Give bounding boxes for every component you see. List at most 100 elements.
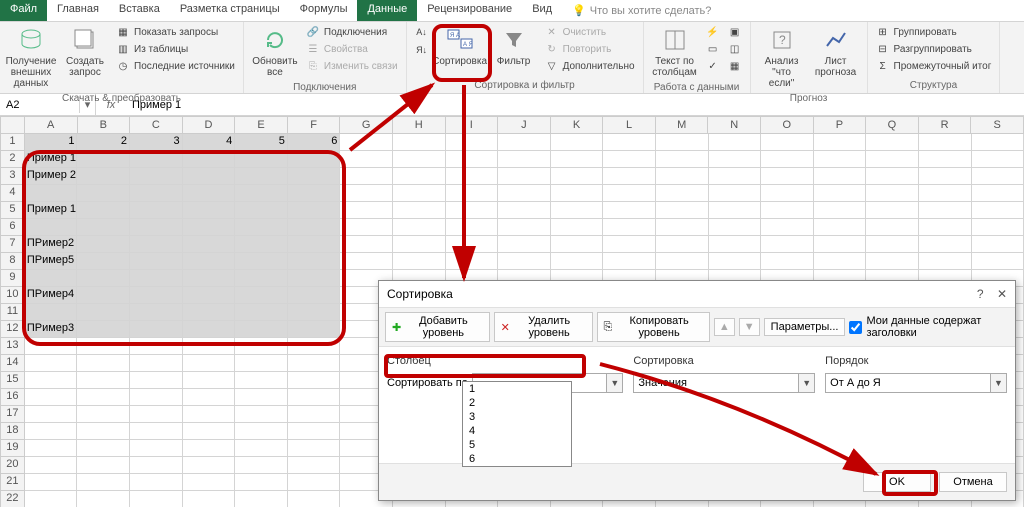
- cell[interactable]: [235, 372, 288, 389]
- cell[interactable]: [235, 185, 288, 202]
- cell[interactable]: [288, 474, 341, 491]
- column-header[interactable]: N: [708, 116, 761, 134]
- column-header[interactable]: P: [814, 116, 867, 134]
- dropdown-option[interactable]: 1: [463, 382, 571, 396]
- cell[interactable]: [761, 236, 814, 253]
- row-header[interactable]: 11: [0, 304, 25, 321]
- cell[interactable]: [130, 253, 183, 270]
- cell[interactable]: [288, 457, 341, 474]
- cell[interactable]: [288, 219, 341, 236]
- cell[interactable]: [25, 406, 78, 423]
- cell[interactable]: [25, 491, 78, 507]
- cell[interactable]: [77, 440, 130, 457]
- row-header[interactable]: 9: [0, 270, 25, 287]
- cell[interactable]: [183, 406, 236, 423]
- consolidate-button[interactable]: ▣: [726, 24, 744, 40]
- cell[interactable]: [972, 151, 1024, 168]
- cell[interactable]: [866, 253, 919, 270]
- cell[interactable]: [551, 253, 604, 270]
- row-header[interactable]: 10: [0, 287, 25, 304]
- cell[interactable]: [25, 423, 78, 440]
- ungroup-button[interactable]: ⊟Разгруппировать: [874, 41, 994, 57]
- cell[interactable]: [235, 440, 288, 457]
- copy-level-button[interactable]: ⎘Копировать уровень: [597, 312, 710, 342]
- cell[interactable]: [866, 168, 919, 185]
- cell[interactable]: [288, 236, 341, 253]
- row-header[interactable]: 7: [0, 236, 25, 253]
- column-header[interactable]: B: [78, 116, 131, 134]
- column-header[interactable]: G: [340, 116, 393, 134]
- cell[interactable]: [603, 236, 656, 253]
- cell[interactable]: [288, 440, 341, 457]
- row-header[interactable]: 12: [0, 321, 25, 338]
- cell[interactable]: [288, 406, 341, 423]
- cancel-button[interactable]: Отмена: [939, 472, 1007, 492]
- remove-dup-button[interactable]: ▭: [704, 41, 722, 57]
- properties-button[interactable]: ☰Свойства: [304, 41, 400, 57]
- cell[interactable]: [77, 270, 130, 287]
- cell[interactable]: [183, 355, 236, 372]
- cell[interactable]: [814, 219, 867, 236]
- tab-formulas[interactable]: Формулы: [290, 0, 358, 21]
- cell[interactable]: [814, 151, 867, 168]
- cell[interactable]: [288, 321, 341, 338]
- cell[interactable]: [183, 474, 236, 491]
- cell[interactable]: [919, 168, 972, 185]
- cell[interactable]: [288, 389, 341, 406]
- dropdown-option[interactable]: 4: [463, 424, 571, 438]
- cell[interactable]: [761, 151, 814, 168]
- cell[interactable]: [446, 219, 499, 236]
- column-header[interactable]: O: [761, 116, 814, 134]
- cell[interactable]: [446, 253, 499, 270]
- cell[interactable]: [235, 474, 288, 491]
- refresh-all-button[interactable]: Обновитьвсе: [250, 24, 300, 80]
- cell[interactable]: [919, 253, 972, 270]
- cell[interactable]: [183, 423, 236, 440]
- cell[interactable]: [77, 491, 130, 507]
- cell[interactable]: [235, 253, 288, 270]
- cell[interactable]: [77, 185, 130, 202]
- cell[interactable]: [498, 151, 551, 168]
- cell[interactable]: ПРимер4: [25, 287, 78, 304]
- cell[interactable]: [761, 219, 814, 236]
- cell[interactable]: [551, 168, 604, 185]
- tab-home[interactable]: Главная: [47, 0, 109, 21]
- cell[interactable]: [866, 134, 919, 151]
- column-header[interactable]: E: [235, 116, 288, 134]
- cell[interactable]: [288, 202, 341, 219]
- cell[interactable]: [77, 236, 130, 253]
- row-header[interactable]: 18: [0, 423, 25, 440]
- cell[interactable]: [183, 372, 236, 389]
- cell[interactable]: [130, 236, 183, 253]
- cell[interactable]: [919, 219, 972, 236]
- tab-data[interactable]: Данные: [357, 0, 417, 21]
- cell[interactable]: [130, 355, 183, 372]
- cell[interactable]: [183, 270, 236, 287]
- cell[interactable]: [393, 151, 446, 168]
- cell[interactable]: [446, 202, 499, 219]
- cell[interactable]: [972, 134, 1024, 151]
- tab-review[interactable]: Рецензирование: [417, 0, 522, 21]
- cell[interactable]: [551, 202, 604, 219]
- cell[interactable]: [183, 457, 236, 474]
- clear-filter-button[interactable]: ✕Очистить: [543, 24, 637, 40]
- headers-checkbox-input[interactable]: [849, 321, 862, 334]
- cell[interactable]: 4: [183, 134, 236, 151]
- cell[interactable]: [77, 168, 130, 185]
- cell[interactable]: [288, 151, 341, 168]
- cell[interactable]: [130, 151, 183, 168]
- cell[interactable]: [709, 151, 762, 168]
- cell[interactable]: [235, 355, 288, 372]
- cell[interactable]: [446, 236, 499, 253]
- cell[interactable]: [77, 423, 130, 440]
- cell[interactable]: [972, 219, 1024, 236]
- cell[interactable]: [130, 321, 183, 338]
- dropdown-option[interactable]: 5: [463, 438, 571, 452]
- cell[interactable]: [288, 355, 341, 372]
- tell-me-search[interactable]: 💡 Что вы хотите сделать?: [562, 0, 721, 21]
- cell[interactable]: [340, 151, 393, 168]
- cell[interactable]: ПРимер2: [25, 236, 78, 253]
- cell[interactable]: [288, 304, 341, 321]
- cell[interactable]: [183, 236, 236, 253]
- manage-model-button[interactable]: ▦: [726, 58, 744, 74]
